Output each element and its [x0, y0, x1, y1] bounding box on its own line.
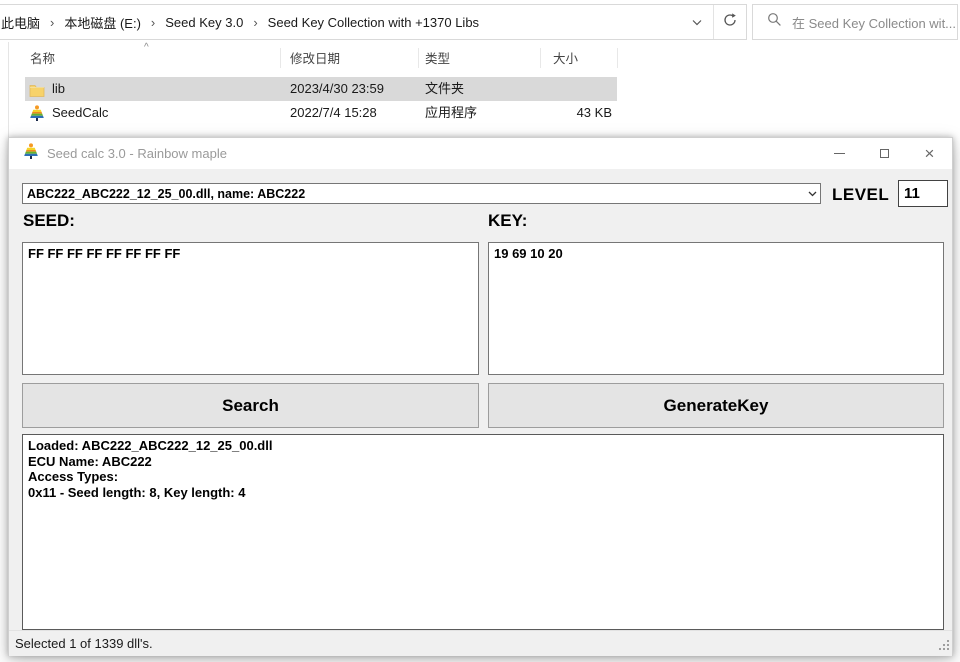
seed-input[interactable]: FF FF FF FF FF FF FF FF [22, 242, 479, 375]
column-divider[interactable] [617, 48, 618, 68]
dll-select-combobox[interactable]: ABC222_ABC222_12_25_00.dll, name: ABC222 [22, 183, 821, 204]
breadcrumb-item-seed-key-30[interactable]: Seed Key 3.0 [157, 15, 251, 30]
seedcalc-window: Seed calc 3.0 - Rainbow maple × ABC222_A… [8, 137, 953, 656]
file-name: SeedCalc [52, 105, 109, 120]
status-text: Selected 1 of 1339 dll's. [15, 636, 153, 651]
title-bar[interactable]: Seed calc 3.0 - Rainbow maple × [9, 138, 952, 169]
column-divider[interactable] [540, 48, 541, 68]
seed-label: SEED: [23, 211, 75, 230]
column-header-name[interactable]: 名称 [30, 46, 55, 72]
breadcrumb-item-this-pc[interactable]: 此电脑 [0, 13, 48, 32]
key-label: KEY: [488, 211, 528, 230]
breadcrumb-item-collection[interactable]: Seed Key Collection with +1370 Libs [260, 15, 487, 30]
breadcrumb: 此电脑 › 本地磁盘 (E:) › Seed Key 3.0 › Seed Ke… [0, 5, 681, 39]
minimize-icon [834, 153, 845, 154]
search-button[interactable]: Search [22, 383, 479, 428]
close-button[interactable]: × [907, 138, 952, 169]
file-date: 2022/7/4 15:28 [290, 105, 377, 120]
seedcalc-app-icon [23, 143, 39, 164]
explorer-search-box[interactable]: 在 Seed Key Collection wit... [752, 4, 958, 40]
level-input[interactable] [898, 180, 948, 207]
breadcrumb-separator-icon: › [150, 14, 156, 30]
column-divider[interactable] [280, 48, 281, 68]
close-icon: × [924, 144, 935, 163]
file-row-seedcalc[interactable]: SeedCalc 2022/7/4 15:28 应用程序 43 KB [0, 101, 660, 125]
file-size [540, 77, 612, 101]
sort-ascending-icon: ^ [144, 42, 149, 53]
resize-grip-icon[interactable] [938, 639, 950, 654]
breadcrumb-item-drive-e[interactable]: 本地磁盘 (E:) [56, 13, 149, 32]
column-header-date[interactable]: 修改日期 [290, 46, 340, 72]
generate-key-button[interactable]: GenerateKey [488, 383, 944, 428]
log-output[interactable]: Loaded: ABC222_ABC222_12_25_00.dll ECU N… [22, 434, 944, 630]
level-label: LEVEL [832, 185, 890, 204]
breadcrumb-separator-icon: › [253, 14, 258, 30]
column-header-size[interactable]: 大小 [553, 46, 578, 72]
explorer-address-bar[interactable]: 此电脑 › 本地磁盘 (E:) › Seed Key 3.0 › Seed Ke… [0, 4, 747, 40]
search-icon [767, 12, 782, 32]
seedcalc-app-icon [29, 105, 45, 129]
column-divider[interactable] [418, 48, 419, 68]
breadcrumb-separator-icon: › [50, 14, 55, 30]
file-type: 应用程序 [425, 105, 478, 120]
refresh-icon [723, 12, 737, 32]
maximize-button[interactable] [862, 138, 907, 169]
refresh-button[interactable] [714, 5, 746, 39]
key-output[interactable]: 19 69 10 20 [488, 242, 944, 375]
column-header-type[interactable]: 类型 [425, 46, 450, 72]
address-dropdown-button[interactable] [681, 5, 713, 39]
chevron-down-icon [692, 13, 702, 31]
chevron-down-icon [804, 191, 820, 197]
file-row-lib[interactable]: lib 2023/4/30 23:59 文件夹 [0, 77, 660, 101]
file-date: 2023/4/30 23:59 [290, 81, 384, 96]
status-bar: Selected 1 of 1339 dll's. [9, 630, 952, 656]
minimize-button[interactable] [817, 138, 862, 169]
file-size: 43 KB [576, 105, 612, 120]
file-name: lib [52, 81, 66, 96]
search-input[interactable]: 在 Seed Key Collection wit... [792, 13, 956, 32]
window-title: Seed calc 3.0 - Rainbow maple [47, 146, 227, 161]
dll-select-value: ABC222_ABC222_12_25_00.dll, name: ABC222 [27, 186, 306, 201]
file-type: 文件夹 [425, 81, 465, 96]
maximize-icon [880, 149, 889, 158]
